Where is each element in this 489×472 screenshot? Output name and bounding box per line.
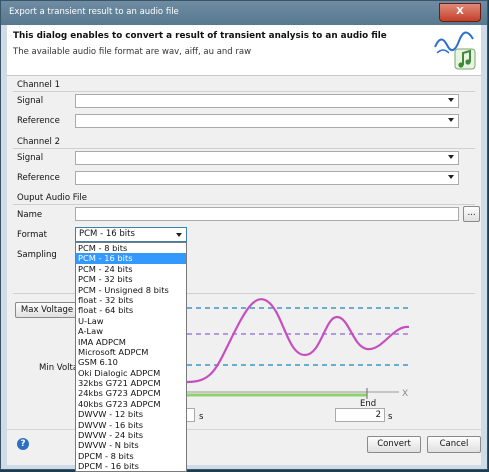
format-option[interactable]: Microsoft ADPCM xyxy=(76,347,186,357)
format-option[interactable]: PCM - 8 bits xyxy=(76,243,186,253)
name-label: Name xyxy=(17,210,43,220)
channel2-divider xyxy=(13,148,475,149)
format-option[interactable]: 40kbs G723 ADPCM xyxy=(76,399,186,409)
dialog-header: This dialog enables to convert a result … xyxy=(7,25,481,76)
format-option[interactable]: float - 64 bits xyxy=(76,305,186,315)
window-title: Export a transient result to an audio fi… xyxy=(9,7,179,17)
format-label: Format xyxy=(17,230,47,240)
channel1-signal-select[interactable] xyxy=(75,94,459,108)
browse-button[interactable]: ... xyxy=(463,206,480,222)
channel2-reference-select[interactable] xyxy=(75,171,459,185)
waveform-preview: X xyxy=(187,298,409,399)
header-subheading: The available audio file format are wav,… xyxy=(13,47,252,57)
format-option[interactable]: GSM 6.10 xyxy=(76,357,186,367)
chevron-down-icon xyxy=(448,98,454,102)
format-option[interactable]: DWVW - 16 bits xyxy=(76,420,186,430)
chevron-down-icon xyxy=(448,155,454,159)
export-audio-dialog: Export a transient result to an audio fi… xyxy=(0,0,488,472)
format-option[interactable]: DWVW - 24 bits xyxy=(76,430,186,440)
close-button[interactable]: X xyxy=(439,3,481,22)
format-option[interactable]: DWVW - 12 bits xyxy=(76,409,186,419)
header-heading: This dialog enables to convert a result … xyxy=(13,31,387,41)
format-option[interactable]: DWVW - N bits xyxy=(76,440,186,450)
channel2-reference-label: Reference xyxy=(17,173,60,183)
format-selected-value: PCM - 16 bits xyxy=(79,229,135,239)
audio-logo-icon xyxy=(434,31,476,70)
title-bar: Export a transient result to an audio fi… xyxy=(1,1,487,25)
end-time-input[interactable]: 2 xyxy=(335,408,385,422)
max-voltage-button[interactable]: Max Voltage xyxy=(15,302,79,318)
output-divider xyxy=(13,204,475,205)
format-option[interactable]: float - 32 bits xyxy=(76,295,186,305)
channel2-section-label: Channel 2 xyxy=(17,137,61,147)
channel1-reference-select[interactable] xyxy=(75,114,459,128)
chevron-down-icon xyxy=(448,175,454,179)
format-option[interactable]: PCM - 24 bits xyxy=(76,264,186,274)
format-option[interactable]: Oki Dialogic ADPCM xyxy=(76,368,186,378)
end-unit-label: s xyxy=(388,412,393,422)
format-option[interactable]: IMA ADPCM xyxy=(76,337,186,347)
format-option[interactable]: PCM - Unsigned 8 bits xyxy=(76,285,186,295)
format-dropdown-list: PCM - 8 bits PCM - 16 bits PCM - 24 bits PC… xyxy=(75,242,187,472)
format-option[interactable]: 24kbs G723 ADPCM xyxy=(76,388,186,398)
format-option[interactable]: 32kbs G721 ADPCM xyxy=(76,378,186,388)
min-voltage-label: Min Volta xyxy=(39,363,79,373)
format-option[interactable]: DPCM - 16 bits xyxy=(76,461,186,471)
format-option[interactable]: DPCM - 8 bits xyxy=(76,451,186,461)
chevron-down-icon xyxy=(176,233,182,237)
chevron-down-icon xyxy=(448,118,454,122)
channel2-signal-label: Signal xyxy=(17,153,44,163)
start-unit-label: s xyxy=(199,412,204,422)
channel2-signal-select[interactable] xyxy=(75,151,459,165)
help-icon[interactable]: ? xyxy=(17,438,29,450)
dialog-body: This dialog enables to convert a result … xyxy=(7,25,481,472)
sampling-label: Sampling xyxy=(17,250,57,260)
cancel-button[interactable]: Cancel xyxy=(427,436,481,453)
file-name-input[interactable] xyxy=(75,207,459,221)
convert-button[interactable]: Convert xyxy=(367,436,421,453)
output-section-label: Ouput Audio File xyxy=(17,193,87,203)
format-option[interactable]: A-Law xyxy=(76,326,186,336)
channel1-section-label: Channel 1 xyxy=(17,80,61,90)
format-option[interactable]: PCM - 16 bits xyxy=(76,253,186,264)
x-axis-label: X xyxy=(402,389,408,399)
format-option[interactable]: U-Law xyxy=(76,316,186,326)
format-select[interactable]: PCM - 16 bits xyxy=(75,227,187,242)
channel1-divider xyxy=(13,91,475,92)
channel1-signal-label: Signal xyxy=(17,96,44,106)
channel1-reference-label: Reference xyxy=(17,116,60,126)
format-option[interactable]: PCM - 32 bits xyxy=(76,274,186,284)
